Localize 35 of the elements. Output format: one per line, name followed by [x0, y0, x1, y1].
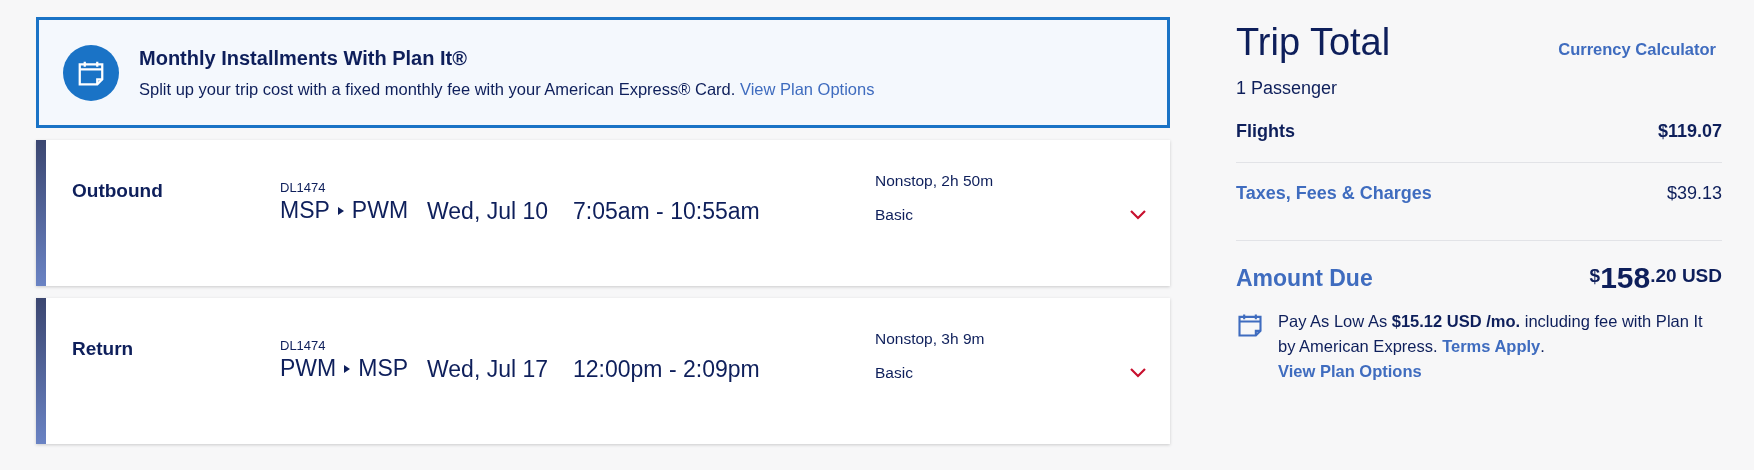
- flight-date: Wed, Jul 10: [427, 197, 550, 226]
- trip-total-title: Trip Total: [1236, 21, 1391, 64]
- origin-code: PWM: [280, 355, 337, 382]
- leg-label: Outbound: [72, 180, 164, 203]
- leg-label: Return: [72, 338, 135, 361]
- destination-code: MSP: [358, 355, 409, 382]
- stops-duration: Nonstop, 3h 9m: [875, 330, 985, 348]
- arrow-icon: [344, 364, 351, 373]
- stops-duration: Nonstop, 2h 50m: [875, 172, 994, 190]
- amount-due-value: $^{$}$158$^{.20 USD}$: [1589, 261, 1722, 295]
- banner-text: Split up your trip cost with a fixed monthly fee with your American Express® Card. View Plan Options: [139, 79, 875, 99]
- line-label: Flights: [1236, 121, 1295, 142]
- origin-code: MSP: [280, 197, 330, 224]
- amount-due-label: Amount Due: [1236, 264, 1373, 292]
- flight-number: DL1474: [280, 338, 327, 353]
- terms-link[interactable]: Terms Apply: [1442, 337, 1541, 355]
- taxes-link[interactable]: Taxes, Fees & Charges: [1236, 183, 1432, 204]
- fare-class: Basic: [875, 364, 914, 382]
- line-amount: $119.07: [1657, 121, 1722, 142]
- view-plan-link[interactable]: View Plan Options: [739, 79, 875, 98]
- view-plan-link[interactable]: View Plan Options: [1278, 359, 1422, 384]
- banner-title: Monthly Installments With Plan It®: [139, 46, 468, 70]
- passenger-count: 1 Passenger: [1236, 78, 1339, 99]
- arrow-icon: [337, 206, 344, 215]
- flight-number: DL1474: [280, 180, 327, 195]
- plan-note-text: Pay As Low As $15.12 USD /mo. including fee with Plan It by American Express. Terms Apply.: [1278, 312, 1703, 355]
- fare-class: Basic: [875, 206, 914, 224]
- flight-times: 7:05am - 10:55am: [573, 197, 761, 226]
- destination-code: PWM: [351, 197, 409, 224]
- chevron-icon[interactable]: [1130, 210, 1146, 220]
- line-amount: $39.13: [1666, 183, 1722, 204]
- flight-times: 12:00pm - 2:09pm: [573, 355, 761, 384]
- flight-date: Wed, Jul 17: [427, 355, 550, 384]
- currency-calculator-link[interactable]: Currency Calculator: [1558, 40, 1716, 59]
- chevron-icon[interactable]: [1130, 368, 1146, 378]
